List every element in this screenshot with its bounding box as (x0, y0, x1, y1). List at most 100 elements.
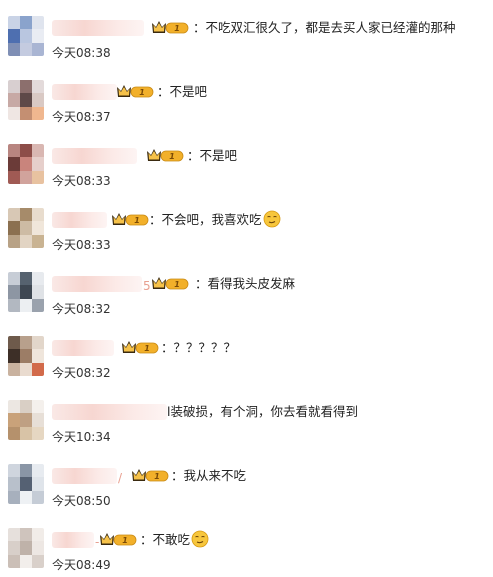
avatar-pixel (32, 464, 44, 478)
avatar-pixel (20, 272, 32, 286)
avatar[interactable] (8, 208, 44, 248)
avatar-pixel (32, 477, 44, 491)
avatar-pixel (8, 554, 20, 568)
comment-text: ：不是吧 (157, 82, 207, 102)
username-blurred[interactable] (52, 212, 107, 228)
avatar[interactable] (8, 464, 44, 504)
username-blurred[interactable] (52, 276, 142, 292)
comment-item: 1 ：不吃双汇很久了，都是去买人家已经灌的那种 今天08:38 (0, 6, 493, 70)
svg-text:1: 1 (144, 344, 150, 353)
svg-text:1: 1 (139, 88, 145, 97)
avatar-pixel (32, 413, 44, 427)
avatar-pixel (32, 336, 44, 350)
comment-body: ：不是吧 (187, 148, 238, 163)
avatar-pixel (20, 336, 32, 350)
crown-level-badge-icon: 1 (132, 469, 169, 482)
avatar[interactable] (8, 144, 44, 184)
avatar-pixel (8, 477, 20, 491)
avatar-pixel (20, 16, 32, 30)
avatar-pixel (8, 80, 20, 94)
comment-item: l装破损，有个洞，你去看就看得到 今天10:34 (0, 390, 493, 454)
avatar-pixel (8, 208, 20, 222)
avatar-pixel (20, 490, 32, 504)
avatar-pixel (8, 464, 20, 478)
avatar-pixel (32, 490, 44, 504)
avatar-pixel (20, 298, 32, 312)
avatar-pixel (20, 42, 32, 56)
avatar-pixel (32, 234, 44, 248)
comment-body: ：我从来不吃 (171, 468, 247, 483)
comment-body: ：不是吧 (157, 84, 208, 99)
avatar[interactable] (8, 528, 44, 568)
comment-time: 今天08:32 (52, 366, 111, 380)
avatar-pixel (32, 298, 44, 312)
avatar-pixel (8, 490, 20, 504)
avatar-pixel (32, 349, 44, 363)
username-blurred[interactable] (52, 468, 117, 484)
comment-body: ：不吃双汇很久了，都是去买人家已经灌的那种 (193, 20, 456, 35)
avatar-pixel (8, 541, 20, 555)
comment-item: / 1 ：我从来不吃 今天08:50 (0, 454, 493, 518)
avatar-pixel (20, 144, 32, 158)
username-blurred[interactable] (52, 532, 94, 548)
svg-text:1: 1 (154, 472, 160, 481)
smirk-emoji-icon (263, 210, 280, 228)
avatar-pixel (8, 42, 20, 56)
avatar-pixel (20, 413, 32, 427)
comment-time: 今天08:33 (52, 174, 111, 188)
avatar-pixel (8, 16, 20, 30)
comment-item: 1 ：不会吧，我喜欢吃 今天08:33 (0, 198, 493, 262)
username-blurred[interactable] (52, 20, 144, 36)
avatar-pixel (8, 221, 20, 235)
crown-level-badge-icon: 1 (122, 341, 159, 354)
avatar-pixel (8, 528, 20, 542)
avatar[interactable] (8, 80, 44, 120)
avatar-pixel (32, 106, 44, 120)
avatar[interactable] (8, 16, 44, 56)
comment-item: 5 1 ：看得我头皮发麻 今天08:32 (0, 262, 493, 326)
avatar-pixel (32, 29, 44, 43)
avatar-pixel (8, 298, 20, 312)
comment-item: 1 ：不是吧 今天08:33 (0, 134, 493, 198)
username-blurred[interactable] (52, 84, 117, 100)
avatar-pixel (20, 349, 32, 363)
avatar-pixel (20, 29, 32, 43)
username-blurred[interactable] (52, 340, 114, 356)
avatar-pixel (32, 272, 44, 286)
avatar-pixel (20, 93, 32, 107)
avatar[interactable] (8, 336, 44, 376)
avatar-pixel (32, 528, 44, 542)
avatar-pixel (32, 170, 44, 184)
comment-time: 今天08:49 (52, 558, 111, 572)
comment-body: ：？？？？？ (161, 340, 237, 355)
avatar-pixel (32, 80, 44, 94)
comment-text: ：不吃双汇很久了，都是去买人家已经灌的那种 (193, 18, 456, 38)
comment-time: 今天08:32 (52, 302, 111, 316)
comment-body: ：不敢吃 (140, 532, 191, 547)
username-blurred[interactable] (52, 404, 167, 420)
avatar-pixel (8, 400, 20, 414)
avatar[interactable] (8, 272, 44, 312)
svg-text:1: 1 (169, 152, 175, 161)
avatar-pixel (8, 272, 20, 286)
avatar-pixel (20, 221, 32, 235)
avatar-pixel (8, 106, 20, 120)
avatar-pixel (20, 362, 32, 376)
avatar-pixel (20, 106, 32, 120)
svg-text:1: 1 (122, 536, 128, 545)
crown-level-badge-icon: 1 (117, 85, 154, 98)
avatar-pixel (32, 285, 44, 299)
avatar-pixel (8, 29, 20, 43)
avatar-pixel (20, 541, 32, 555)
username-blurred[interactable] (52, 148, 137, 164)
avatar-pixel (8, 349, 20, 363)
avatar-pixel (20, 234, 32, 248)
avatar-pixel (20, 477, 32, 491)
avatar-pixel (32, 400, 44, 414)
avatar-pixel (32, 362, 44, 376)
comment-body: ：不会吧，我喜欢吃 (149, 212, 262, 227)
avatar-pixel (20, 285, 32, 299)
avatar[interactable] (8, 400, 44, 440)
avatar-pixel (8, 144, 20, 158)
username-tail[interactable]: / (118, 471, 122, 485)
